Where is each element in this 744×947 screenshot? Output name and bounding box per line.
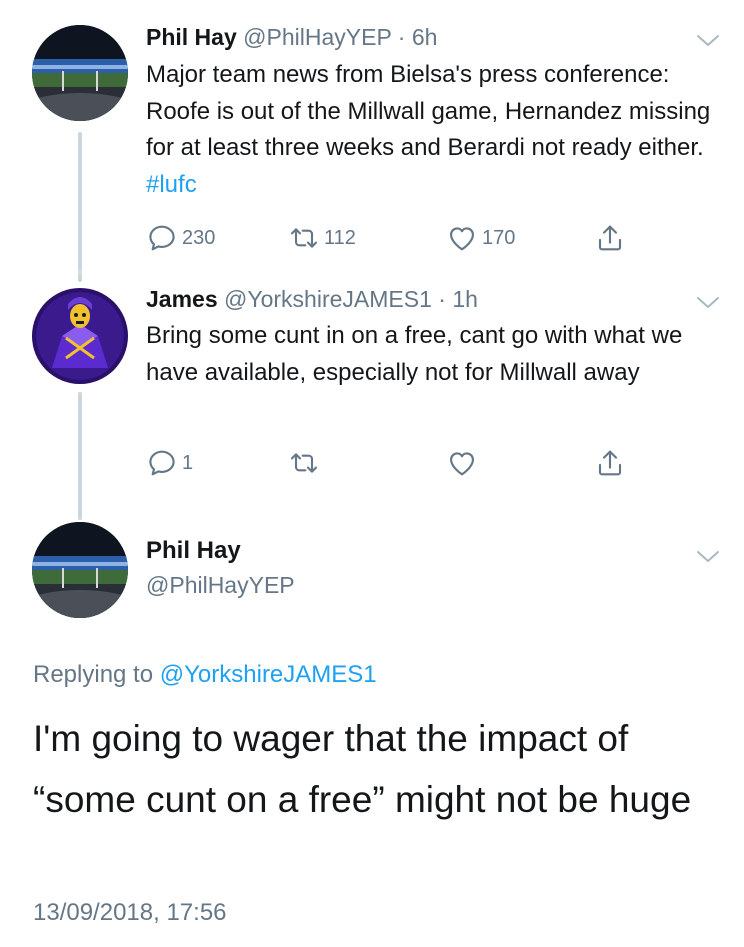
avatar-image	[32, 25, 128, 121]
tweet-time[interactable]: 1h	[452, 286, 478, 312]
share-icon	[594, 447, 626, 479]
share-button[interactable]	[594, 445, 626, 481]
tweet-actions: 1	[146, 445, 666, 481]
more-options-button[interactable]	[694, 292, 722, 312]
thread-line	[78, 132, 82, 272]
separator-dot: ·	[438, 286, 446, 312]
heart-icon	[446, 447, 478, 479]
like-button[interactable]	[446, 445, 482, 481]
author-name[interactable]: Phil Hay	[146, 24, 237, 50]
more-options-button[interactable]	[694, 30, 722, 50]
reply-count: 230	[182, 226, 216, 249]
reply-count: 1	[182, 451, 194, 474]
tweet-text: I'm going to wager that the impact of “s…	[33, 718, 692, 820]
avatar-image	[32, 522, 128, 618]
replying-to: Replying to @YorkshireJAMES1	[33, 660, 377, 690]
tweet-james[interactable]: James @YorkshireJAMES1 · 1h Bring some c…	[0, 272, 744, 520]
author-handle[interactable]: @YorkshireJAMES1	[224, 286, 432, 312]
retweet-count: 112	[324, 226, 356, 249]
reply-icon	[146, 222, 178, 254]
author-name[interactable]: Phil Hay	[146, 536, 241, 566]
reply-button[interactable]: 1	[146, 445, 193, 481]
retweet-button[interactable]: 112	[288, 220, 356, 256]
avatar[interactable]	[32, 288, 128, 384]
like-button[interactable]: 170	[446, 220, 515, 256]
tweet-text: Bring some cunt in on a free, cant go wi…	[146, 322, 683, 386]
heart-icon	[446, 222, 478, 254]
like-count: 170	[482, 226, 516, 249]
mention-link[interactable]: @YorkshireJAMES1	[160, 661, 377, 688]
reply-icon	[146, 447, 178, 479]
retweet-button[interactable]	[288, 445, 324, 481]
tweet-actions: 230 112 170	[146, 220, 666, 256]
tweet-header: Phil Hay @PhilHayYEP · 6h	[146, 23, 437, 51]
author-handle[interactable]: @PhilHayYEP	[146, 570, 295, 600]
author-name[interactable]: James	[146, 286, 218, 312]
hashtag-link[interactable]: #lufc	[146, 171, 197, 198]
separator-dot: ·	[397, 24, 406, 50]
thread-line	[78, 272, 82, 282]
retweet-icon	[288, 222, 320, 254]
tweet-time[interactable]: 6h	[412, 24, 438, 50]
avatar[interactable]	[32, 522, 128, 618]
tweet-text: Major team news from Bielsa's press conf…	[146, 57, 716, 203]
tweet-header: James @YorkshireJAMES1 · 1h	[146, 285, 478, 313]
tweet-phil-hay[interactable]: Phil Hay @PhilHayYEP · 6h Major team new…	[0, 0, 744, 272]
more-options-button[interactable]	[694, 546, 722, 566]
share-button[interactable]	[594, 220, 626, 256]
tweet-timestamp[interactable]: 13/09/2018, 17:56	[33, 898, 227, 928]
tweet-body: Major team news from Bielsa's press conf…	[146, 61, 711, 161]
avatar[interactable]	[32, 25, 128, 121]
chevron-down-icon	[694, 546, 722, 566]
chevron-down-icon	[694, 30, 722, 50]
replying-to-label: Replying to	[33, 661, 154, 688]
reply-button[interactable]: 230	[146, 220, 215, 256]
chevron-down-icon	[694, 292, 722, 312]
retweet-icon	[288, 447, 320, 479]
thread-line	[78, 392, 82, 520]
author-handle[interactable]: @PhilHayYEP	[243, 24, 391, 50]
share-icon	[594, 222, 626, 254]
avatar-image	[32, 288, 128, 384]
